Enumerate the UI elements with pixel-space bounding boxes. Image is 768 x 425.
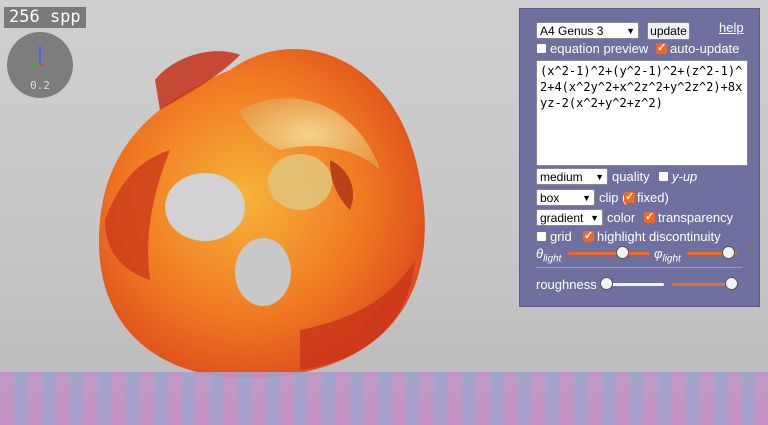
clip-select-value: box <box>540 191 560 205</box>
chevron-down-icon: ▼ <box>595 172 604 182</box>
quality-label: quality <box>612 169 650 184</box>
theta-light-label: θlight <box>536 246 561 267</box>
quality-select-value: medium <box>540 170 583 184</box>
help-link[interactable]: help <box>719 20 744 35</box>
equation-preview-checkbox[interactable] <box>536 43 547 54</box>
roughness-secondary-slider[interactable] <box>672 277 738 293</box>
quality-select[interactable]: medium ▼ <box>536 168 608 185</box>
roughness-label: roughness <box>536 277 597 292</box>
panel-divider <box>536 267 742 268</box>
roughness-slider[interactable] <box>600 277 664 293</box>
surface-select[interactable]: A4 Genus 3 ▼ <box>536 22 639 39</box>
clip-fixed-checkbox[interactable] <box>624 190 635 203</box>
equation-preview-label: equation preview <box>550 41 649 56</box>
roughness-thumb[interactable] <box>600 277 613 290</box>
equation-input[interactable]: (x^2-1)^2+(y^2-1)^2+(z^2-1)^2+4(x^2y^2+x… <box>536 60 748 166</box>
update-button[interactable]: update <box>647 22 690 40</box>
axis-gizmo[interactable]: 0.2 <box>7 32 73 98</box>
theta-light-slider[interactable] <box>568 246 650 262</box>
auto-update-label: auto-update <box>670 41 740 56</box>
controls-panel: A4 Genus 3 ▼ update help equation previe… <box>519 8 760 307</box>
transparency-checkbox[interactable] <box>644 210 655 223</box>
phi-sub: light <box>662 253 681 265</box>
grid-checkbox[interactable] <box>536 231 547 242</box>
phi-light-thumb[interactable] <box>722 246 736 259</box>
y-up-label: y-up <box>672 169 698 184</box>
theta-sub: light <box>543 253 562 265</box>
surface-select-value: A4 Genus 3 <box>540 24 604 38</box>
gizmo-scale-label: 0.2 <box>30 79 50 92</box>
phi-light-label: φlight <box>654 246 681 267</box>
theta-light-thumb[interactable] <box>616 246 630 259</box>
roughness-secondary-thumb[interactable] <box>725 277 738 290</box>
color-label: color <box>607 210 636 225</box>
transparency-label: transparency <box>658 210 734 225</box>
highlight-discontinuity-label: highlight discontinuity <box>597 229 721 244</box>
color-select-value: gradient <box>540 211 584 225</box>
phi-light-slider[interactable] <box>687 246 737 262</box>
chevron-down-icon: ▼ <box>590 213 599 223</box>
samples-per-pixel-label: 256 spp <box>4 7 86 28</box>
chevron-down-icon: ▼ <box>582 193 591 203</box>
clip-select[interactable]: box ▼ <box>536 189 595 206</box>
highlight-discontinuity-checkbox[interactable] <box>583 229 594 242</box>
clip-label: clip ( <box>599 190 627 205</box>
theta-light-track <box>568 252 650 255</box>
floor-plane <box>0 372 768 425</box>
auto-update-checkbox[interactable] <box>656 41 667 54</box>
clip-fixed-label: fixed) <box>637 190 669 205</box>
theta-symbol: θ <box>536 246 544 261</box>
grid-label: grid <box>550 229 572 244</box>
color-select[interactable]: gradient ▼ <box>536 209 603 226</box>
chevron-down-icon: ▼ <box>626 26 635 36</box>
y-up-checkbox[interactable] <box>658 171 669 182</box>
